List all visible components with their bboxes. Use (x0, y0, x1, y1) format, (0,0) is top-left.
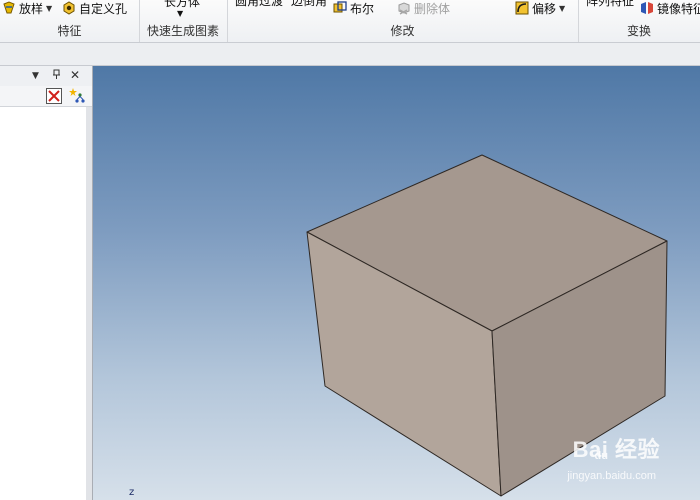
ribbon-group-label: 修改 (390, 24, 415, 38)
chamfer-button[interactable]: 边倒角 (291, 0, 327, 8)
panel-scrollbar[interactable] (86, 107, 92, 500)
ribbon-group-transform: 阵列特征 镜像特征 变换 (578, 0, 700, 42)
boolean-icon (333, 1, 347, 15)
baidu-watermark: Bai 经验 (572, 437, 660, 462)
pattern-feature-button[interactable]: 阵列特征 (586, 0, 634, 8)
baidu-paw-icon: du (594, 450, 608, 462)
3d-viewport[interactable]: Bai 经验 du jingyan.baidu.com z (93, 66, 700, 500)
new-star-icon[interactable] (68, 87, 86, 105)
ribbon-group-features: 放样 ▼ 自定义孔 特征 (0, 0, 140, 42)
ribbon: 放样 ▼ 自定义孔 特征 长方体 ▼ 快速生成图素 圆角过渡 边倒角 布尔 删除… (0, 0, 700, 43)
loft-icon (2, 1, 16, 15)
loft-button[interactable]: 放样 ▼ (2, 0, 52, 16)
ribbon-group-label: 特征 (57, 24, 82, 38)
pin-icon[interactable] (52, 69, 61, 83)
watermark-url: jingyan.baidu.com (567, 470, 656, 482)
delete-body-icon (397, 1, 411, 15)
offset-button[interactable]: 偏移 ▼ (515, 0, 565, 16)
panel-header: ▼ ✕ (0, 66, 92, 87)
delete-body-button[interactable]: 删除体 (397, 0, 450, 16)
dropdown-icon[interactable]: ▼ (32, 71, 39, 81)
axis-z-label: z (129, 487, 135, 498)
mirror-icon (640, 1, 654, 15)
ribbon-bottom-strip (0, 43, 700, 66)
fillet-button[interactable]: 圆角过渡 (235, 0, 283, 8)
panel-toolbar (0, 86, 92, 107)
ribbon-group-modify: 圆角过渡 边倒角 布尔 删除体 偏移 ▼ 修改 (227, 0, 579, 42)
dropdown-arrow-icon: ▼ (559, 3, 566, 13)
custom-hole-button[interactable]: 自定义孔 (62, 0, 127, 16)
boolean-button[interactable]: 布尔 (333, 0, 374, 16)
offset-icon (515, 1, 529, 15)
custom-hole-icon (62, 1, 76, 15)
design-tree[interactable] (0, 107, 87, 500)
cuboid-dropdown-arrow-icon[interactable]: ▼ (177, 5, 183, 21)
delete-icon[interactable] (46, 88, 62, 104)
ribbon-group-label: 变换 (626, 24, 651, 38)
ribbon-group-label: 快速生成图素 (146, 24, 219, 38)
dropdown-arrow-icon: ▼ (46, 3, 53, 13)
design-tree-panel: ▼ ✕ (0, 66, 93, 500)
mirror-feature-button[interactable]: 镜像特征 (640, 0, 700, 16)
close-icon[interactable]: ✕ (70, 68, 80, 82)
ribbon-group-quick-primitives: 长方体 ▼ 快速生成图素 (139, 0, 228, 42)
